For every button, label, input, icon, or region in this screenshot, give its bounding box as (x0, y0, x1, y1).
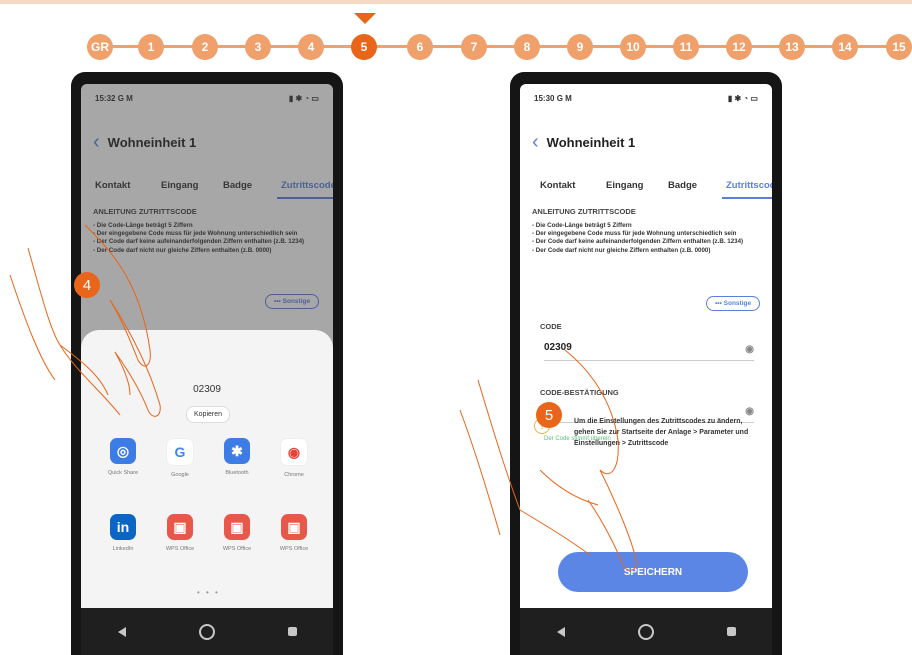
recent-apps-icon[interactable] (726, 627, 736, 636)
chrome-icon: ◉ (280, 438, 308, 466)
share-app-item[interactable]: ◉ Chrome (269, 438, 319, 478)
share-app-label: Chrome (284, 472, 304, 478)
header: ‹ Wohneinheit 1 (532, 132, 635, 152)
info-text: Um die Einstellungen des Zutrittscodes z… (574, 418, 749, 447)
status-letters: G M (556, 94, 572, 103)
share-app-item[interactable]: in LinkedIn (98, 514, 148, 552)
bluetooth-icon: ✱ (224, 438, 250, 464)
share-app-label: Quick Share (107, 470, 139, 476)
code-label: CODE (540, 322, 562, 331)
share-app-label: WPS Office (165, 546, 195, 552)
share-app-label: WPS Office (222, 546, 252, 552)
step-gr: GR (87, 34, 113, 60)
step-2: 2 (192, 34, 218, 60)
share-app-label: Bluetooth (225, 470, 249, 476)
step-10: 10 (620, 34, 646, 60)
android-nav-bar (81, 608, 333, 655)
code-value: 02309 (544, 342, 572, 353)
back-icon[interactable] (117, 626, 126, 637)
step-13: 13 (779, 34, 805, 60)
wps-icon: ▣ (167, 514, 193, 540)
step-3: 3 (245, 34, 271, 60)
wps-icon: ▣ (224, 514, 250, 540)
step-11: 11 (673, 34, 699, 60)
quick-share-icon: ◎ (110, 438, 136, 464)
callout-4-badge: 4 (74, 272, 100, 298)
instruction-line: - Der Code darf nicht nur gleiche Ziffer… (532, 246, 711, 254)
step-1: 1 (138, 34, 164, 60)
eye-icon[interactable]: ◉ (745, 344, 754, 355)
callout-5-badge: 5 (536, 402, 562, 428)
tab-badge[interactable]: Badge (668, 180, 697, 191)
page-title: Wohneinheit 1 (546, 134, 636, 150)
home-icon[interactable] (198, 623, 215, 640)
google-icon: G (166, 438, 194, 466)
phone-right: 15:30 G M ▮ ✱ ◔ ▭ ‹ Wohneinheit 1 Kontak… (510, 72, 782, 655)
current-step-marker (354, 13, 376, 24)
top-accent-bar (0, 0, 912, 4)
back-chevron-icon[interactable]: ‹ (532, 132, 539, 152)
share-sheet: 02309 Kopieren ◎ Quick Share G Google ✱ Bluet… (81, 330, 333, 608)
copy-button[interactable]: Kopieren (186, 406, 231, 423)
step-5: 5 (351, 34, 377, 60)
sonstige-label: Sonstige (723, 300, 752, 307)
status-icons: ▮ ✱ ◔ ▭ (727, 94, 758, 103)
step-14: 14 (832, 34, 858, 60)
tab-kontakt[interactable]: Kontakt (540, 180, 575, 191)
instruction-line: - Der Code darf keine aufeinanderfolgend… (532, 238, 744, 246)
phone-left: 15:32 G M ▮ ✱ ◔ ▭ ‹ Wohneinheit 1 Kontak… (71, 72, 343, 655)
clock: 15:30 (534, 94, 555, 103)
step-7: 7 (461, 34, 487, 60)
info-box: ! Um die Einstellungen des Zutrittscodes… (534, 416, 764, 449)
share-app-label: LinkedIn (112, 546, 134, 552)
shared-code: 02309 (193, 384, 221, 395)
code-input[interactable]: 02309 ◉ (544, 342, 754, 361)
pager-dots: • • • (197, 588, 220, 597)
screen-left: 15:32 G M ▮ ✱ ◔ ▭ ‹ Wohneinheit 1 Kontak… (81, 84, 333, 608)
share-app-item[interactable]: ▣ WPS Office (155, 514, 205, 552)
share-app-item[interactable]: G Google (155, 438, 205, 478)
confirm-label: CODE-BESTÄTIGUNG (540, 388, 619, 397)
instructions-heading: ANLEITUNG ZUTRITTSCODE (532, 207, 636, 216)
back-icon[interactable] (556, 626, 565, 637)
instruction-line: - Der eingegebene Code muss für jede Woh… (532, 230, 737, 238)
tab-zutrittscode[interactable]: Zutrittscode (726, 180, 772, 191)
instruction-line: - Die Code-Länge beträgt 5 Ziffern (532, 222, 632, 229)
tab-underline (722, 197, 772, 199)
tab-eingang[interactable]: Eingang (606, 180, 643, 191)
home-icon[interactable] (637, 623, 654, 640)
status-bar: 15:30 G M ▮ ✱ ◔ ▭ (534, 94, 758, 103)
save-button[interactable]: SPEICHERN (558, 552, 748, 592)
linkedin-icon: in (110, 514, 136, 540)
step-9: 9 (567, 34, 593, 60)
recent-apps-icon[interactable] (287, 627, 297, 636)
wps-icon: ▣ (281, 514, 307, 540)
share-app-item[interactable]: ▣ WPS Office (212, 514, 262, 552)
screen-right: 15:30 G M ▮ ✱ ◔ ▭ ‹ Wohneinheit 1 Kontak… (520, 84, 772, 608)
share-app-item[interactable]: ▣ WPS Office (269, 514, 319, 552)
share-app-item[interactable]: ✱ Bluetooth (212, 438, 262, 476)
step-4: 4 (298, 34, 324, 60)
step-12: 12 (726, 34, 752, 60)
sonstige-button[interactable]: ••• Sonstige (706, 296, 761, 311)
step-6: 6 (407, 34, 433, 60)
instructions-list: - Die Code-Länge beträgt 5 Ziffern - Der… (532, 222, 743, 255)
android-nav-bar (520, 608, 772, 655)
step-8: 8 (514, 34, 540, 60)
share-app-item[interactable]: ◎ Quick Share (98, 438, 148, 476)
step-15: 15 (886, 34, 912, 60)
share-app-label: Google (171, 472, 189, 478)
share-app-label: WPS Office (279, 546, 309, 552)
